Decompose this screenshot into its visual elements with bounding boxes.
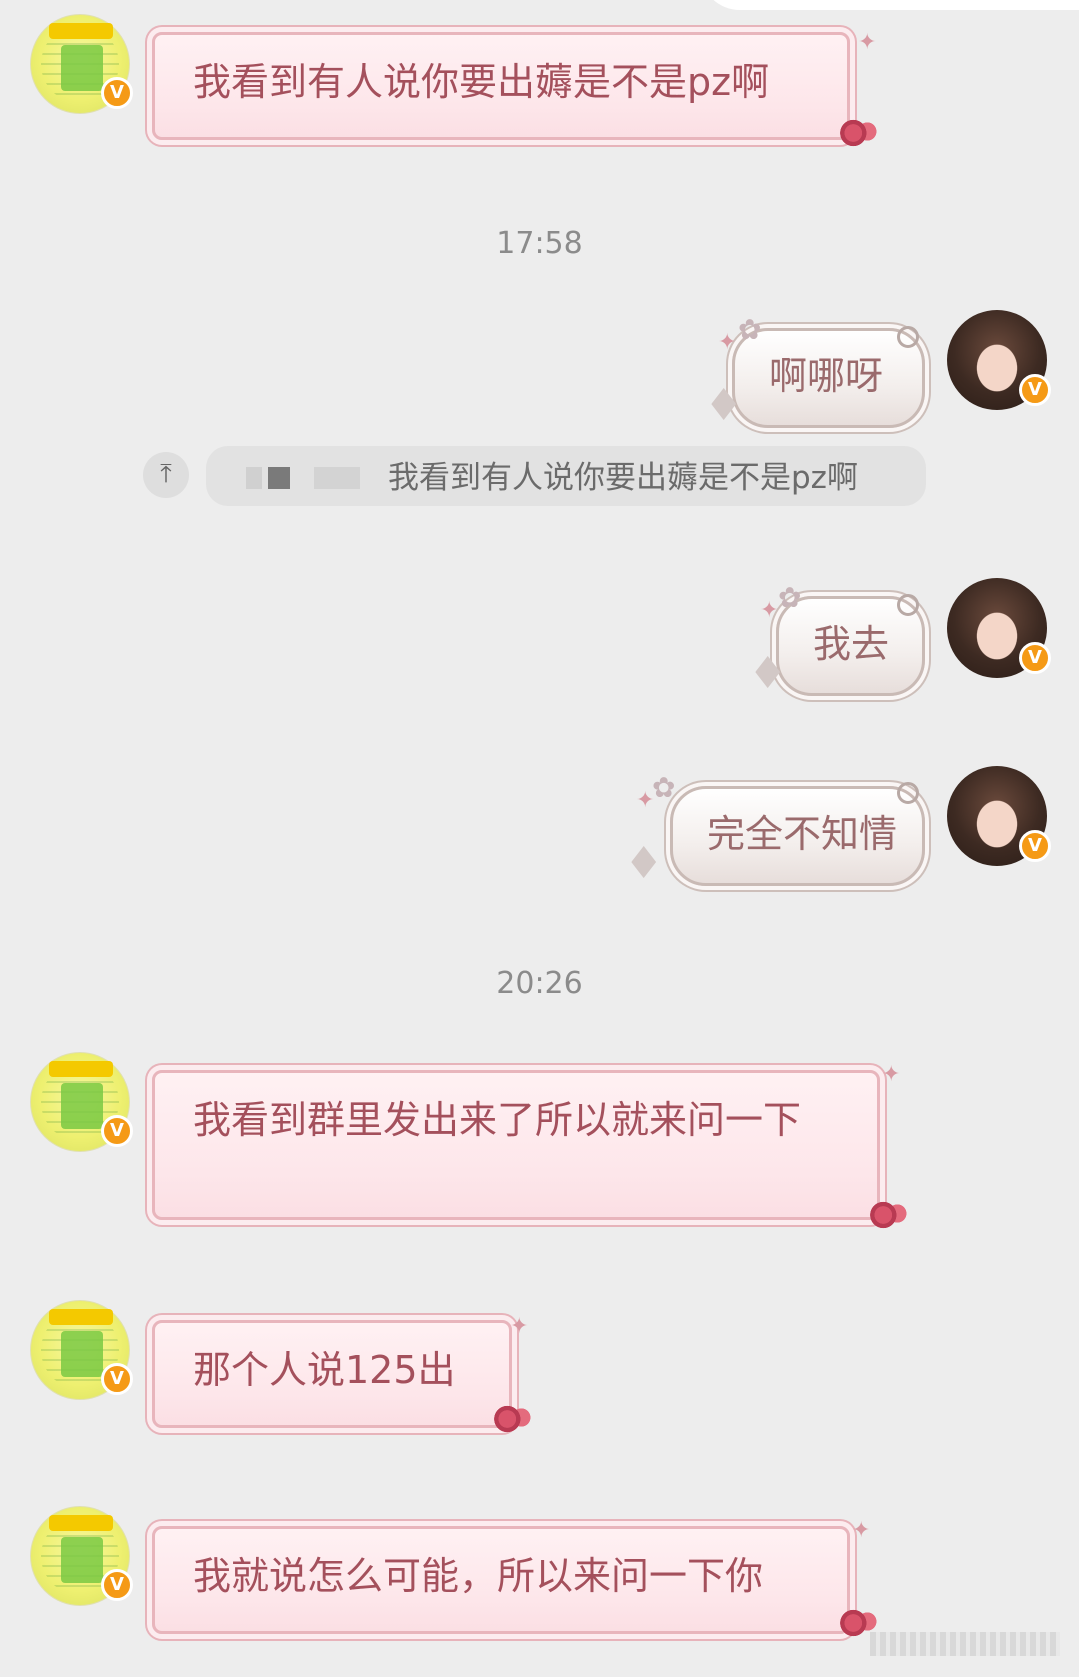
message-bubble-other[interactable]: 我看到群里发出来了所以就来问一下 xyxy=(152,1070,880,1220)
avatar-other[interactable]: V xyxy=(30,1300,133,1400)
sparkle-icon: ✦ xyxy=(858,30,877,55)
sparkle-icon: ✦ xyxy=(636,788,655,813)
diamond-decoration-icon: ♦ xyxy=(748,648,788,699)
message-text: 我去 xyxy=(813,622,890,666)
verified-badge-icon: V xyxy=(1019,830,1051,862)
ring-decoration-icon xyxy=(897,594,919,616)
message-text: 我看到有人说你要出薅是不是pz啊 xyxy=(193,60,770,104)
sparkle-icon: ✦ xyxy=(882,1062,901,1087)
diamond-decoration-icon: ♦ xyxy=(624,838,664,889)
timestamp: 20:26 xyxy=(496,966,583,1001)
message-text: 完全不知情 xyxy=(707,812,898,856)
verified-badge-icon: V xyxy=(101,1363,133,1395)
message-text: 我就说怎么可能，所以来问一下你 xyxy=(193,1554,764,1598)
watermark xyxy=(870,1632,1060,1656)
flower-decoration-icon: ✿ xyxy=(738,313,762,346)
message-text: 那个人说125出 xyxy=(193,1348,456,1392)
avatar-emblem xyxy=(61,1083,103,1129)
verified-badge-icon: V xyxy=(101,1569,133,1601)
diamond-decoration-icon: ♦ xyxy=(704,380,744,431)
avatar-banner xyxy=(49,1061,113,1077)
message-bubble-other[interactable]: 那个人说125出 xyxy=(152,1320,512,1428)
avatar-banner xyxy=(49,1515,113,1531)
flower-decoration-icon: ✿ xyxy=(652,771,676,804)
avatar-emblem xyxy=(61,1331,103,1377)
flower-decoration-icon: ✿ xyxy=(778,581,802,614)
ring-decoration-icon xyxy=(897,326,919,348)
verified-badge-icon: V xyxy=(101,77,133,109)
sparkle-icon: ✦ xyxy=(760,598,779,623)
avatar-banner xyxy=(49,1309,113,1325)
avatar-other[interactable]: V xyxy=(30,1506,133,1606)
avatar-self[interactable]: V xyxy=(947,310,1051,410)
avatar-emblem xyxy=(61,1537,103,1583)
rose-decoration-icon xyxy=(494,1404,532,1434)
avatar-self[interactable]: V xyxy=(947,578,1051,678)
message-bubble-self[interactable]: 完全不知情 xyxy=(670,786,925,886)
avatar-other[interactable]: V xyxy=(30,1052,133,1152)
message-text: 我看到群里发出来了所以就来问一下 xyxy=(193,1098,802,1142)
avatar-banner xyxy=(49,23,113,39)
top-edge xyxy=(700,0,1079,10)
message-bubble-other[interactable]: 我看到有人说你要出薅是不是pz啊 xyxy=(152,32,850,140)
avatar-other[interactable]: V xyxy=(30,14,133,114)
ring-decoration-icon xyxy=(897,782,919,804)
verified-badge-icon: V xyxy=(101,1115,133,1147)
sparkle-icon: ✦ xyxy=(852,1518,871,1543)
avatar-emblem xyxy=(61,45,103,91)
arrow-up-to-top-icon[interactable]: ⤒ xyxy=(143,452,189,498)
timestamp: 17:58 xyxy=(496,226,583,261)
redacted-block xyxy=(268,466,290,489)
verified-badge-icon: V xyxy=(1019,642,1051,674)
message-text: 啊哪呀 xyxy=(769,354,884,398)
rose-decoration-icon xyxy=(870,1200,908,1230)
verified-badge-icon: V xyxy=(1019,374,1051,406)
redacted-block xyxy=(246,466,262,489)
sparkle-icon: ✦ xyxy=(718,330,737,355)
message-bubble-other[interactable]: 我就说怎么可能，所以来问一下你 xyxy=(152,1526,850,1634)
sparkle-icon: ✦ xyxy=(510,1314,529,1339)
quoted-message[interactable]: 我看到有人说你要出薅是不是pz啊 xyxy=(206,446,926,506)
avatar-self[interactable]: V xyxy=(947,766,1051,866)
redacted-block xyxy=(314,466,360,489)
quoted-text: 我看到有人说你要出薅是不是pz啊 xyxy=(388,459,858,496)
rose-decoration-icon xyxy=(840,118,878,148)
